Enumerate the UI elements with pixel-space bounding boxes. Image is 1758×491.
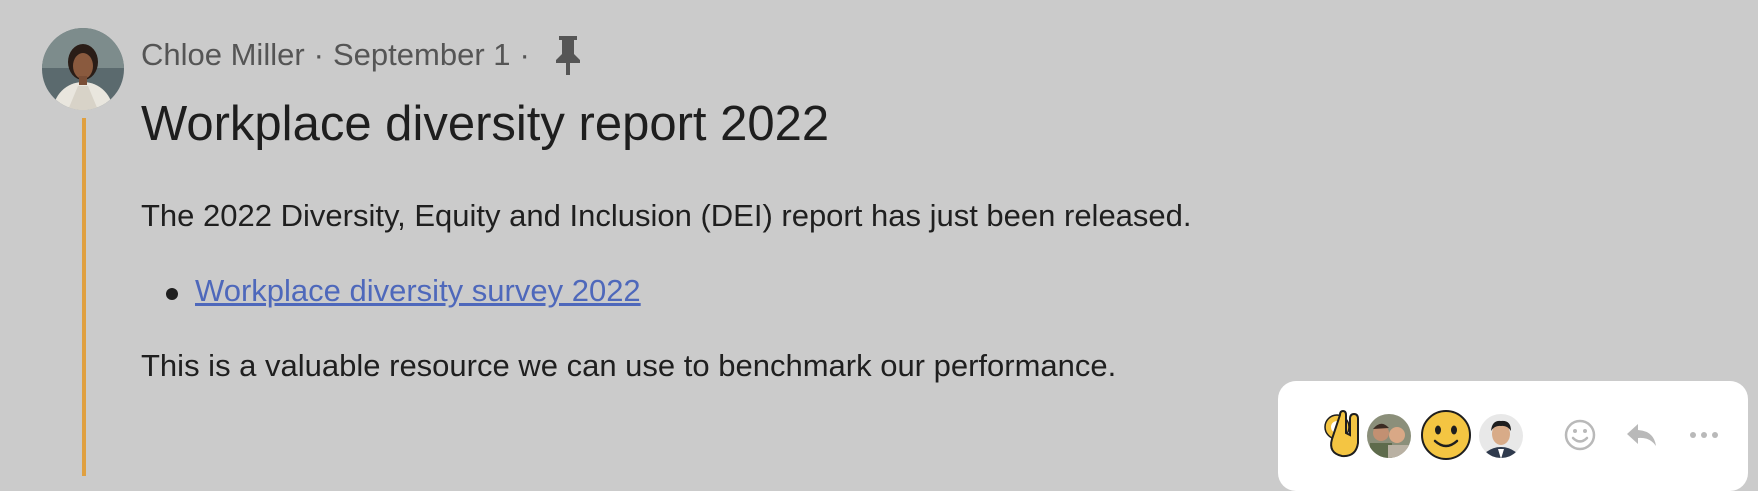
meta-separator: · [519, 37, 530, 72]
more-icon[interactable] [1684, 415, 1724, 460]
post: Chloe Miller · September 1 · Workplace d… [0, 0, 1758, 491]
user-avatar[interactable] [1478, 413, 1524, 464]
thread-line [82, 118, 86, 476]
user-avatar-group[interactable] [1366, 413, 1412, 464]
post-date: September 1 [333, 37, 511, 72]
list-bullet [166, 288, 178, 300]
ok-hand-emoji[interactable] [1322, 409, 1364, 464]
pin-icon[interactable] [553, 33, 583, 77]
post-paragraph: The 2022 Diversity, Equity and Inclusion… [141, 198, 1192, 233]
post-title: Workplace diversity report 2022 [141, 97, 830, 151]
add-reaction-icon[interactable] [1560, 415, 1600, 460]
meta-separator: · [313, 37, 324, 72]
post-meta: Chloe Miller · September 1 · [141, 30, 583, 80]
reply-icon[interactable] [1622, 415, 1662, 460]
reaction-toolbar [1278, 381, 1748, 491]
post-paragraph: This is a valuable resource we can use t… [141, 348, 1117, 383]
author-avatar[interactable] [42, 28, 124, 110]
survey-link[interactable]: Workplace diversity survey 2022 [195, 273, 641, 309]
slightly-smiling-emoji[interactable] [1420, 409, 1472, 466]
author-name[interactable]: Chloe Miller [141, 37, 305, 73]
